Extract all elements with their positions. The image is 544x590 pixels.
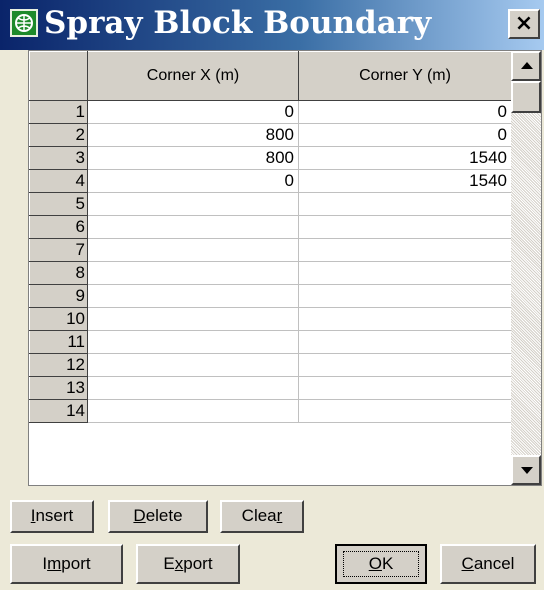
- close-icon: ×: [514, 11, 534, 36]
- row-number-header[interactable]: 8: [29, 261, 88, 285]
- corner-x-cell[interactable]: [87, 192, 299, 216]
- row-number-header[interactable]: 6: [29, 215, 88, 239]
- corner-table: Corner X (m) Corner Y (m) 1 0 0 2 800 0 3 800 15…: [29, 51, 512, 423]
- row-number-header[interactable]: 2: [29, 123, 88, 147]
- grid-body: 1 0 0 2 800 0 3 800 1540 4 0 1540 5 6 7 8 9 10 11 12 13 14: [29, 100, 512, 423]
- arrow-down-icon: [521, 467, 533, 474]
- insert-label-post: nsert: [35, 506, 74, 525]
- scroll-down-button[interactable]: [511, 455, 541, 485]
- corner-x-cell[interactable]: [87, 215, 299, 239]
- corner-y-cell[interactable]: [298, 353, 512, 377]
- cancel-accel-key: C: [461, 554, 474, 573]
- arrow-up-icon: [521, 62, 533, 69]
- clear-button[interactable]: Clear: [220, 500, 304, 533]
- column-header-corner-y[interactable]: Corner Y (m): [298, 51, 512, 101]
- corner-x-cell[interactable]: 800: [87, 146, 299, 170]
- corner-grid: Corner X (m) Corner Y (m) 1 0 0 2 800 0 3 800 15…: [28, 50, 542, 486]
- corner-x-cell[interactable]: [87, 353, 299, 377]
- corner-x-cell[interactable]: [87, 307, 299, 331]
- table-row: 10: [29, 307, 512, 331]
- grid-corner-header: [29, 51, 88, 101]
- table-row: 6: [29, 215, 512, 239]
- table-row: 4 0 1540: [29, 169, 512, 193]
- insert-button[interactable]: Insert: [10, 500, 94, 533]
- corner-x-cell[interactable]: [87, 399, 299, 423]
- corner-y-cell[interactable]: [298, 284, 512, 308]
- ok-button[interactable]: OK: [335, 544, 427, 584]
- row-number-header[interactable]: 13: [29, 376, 88, 400]
- close-button[interactable]: ×: [508, 9, 540, 39]
- row-number-header[interactable]: 14: [29, 399, 88, 423]
- import-button[interactable]: Import: [10, 544, 123, 584]
- table-row: 14: [29, 399, 512, 423]
- scroll-thumb[interactable]: [511, 81, 541, 113]
- clear-label-pre: Clea: [241, 506, 277, 525]
- corner-y-cell[interactable]: [298, 238, 512, 262]
- corner-y-cell[interactable]: [298, 330, 512, 354]
- cancel-button[interactable]: Cancel: [440, 544, 536, 584]
- row-number-header[interactable]: 11: [29, 330, 88, 354]
- table-row: 2 800 0: [29, 123, 512, 147]
- table-row: 7: [29, 238, 512, 262]
- corner-y-cell[interactable]: [298, 399, 512, 423]
- import-accel-key: m: [47, 554, 62, 573]
- scroll-up-button[interactable]: [511, 51, 541, 81]
- delete-accel-key: D: [133, 506, 146, 525]
- table-row: 8: [29, 261, 512, 285]
- corner-y-cell[interactable]: [298, 215, 512, 239]
- export-label-post: port: [183, 554, 213, 573]
- table-row: 3 800 1540: [29, 146, 512, 170]
- import-label-post: port: [61, 554, 91, 573]
- focus-rectangle: [343, 551, 419, 577]
- corner-y-cell[interactable]: [298, 307, 512, 331]
- table-row: 5: [29, 192, 512, 216]
- corner-x-cell[interactable]: [87, 376, 299, 400]
- column-header-corner-x[interactable]: Corner X (m): [87, 51, 299, 101]
- export-label-pre: E: [163, 554, 175, 573]
- vertical-scrollbar[interactable]: [511, 51, 541, 485]
- export-button[interactable]: Export: [136, 544, 240, 584]
- corner-y-cell[interactable]: 1540: [298, 169, 512, 193]
- corner-x-cell[interactable]: [87, 261, 299, 285]
- row-number-header[interactable]: 12: [29, 353, 88, 377]
- row-number-header[interactable]: 9: [29, 284, 88, 308]
- corner-x-cell[interactable]: [87, 330, 299, 354]
- window-title: Spray Block Boundary: [44, 5, 432, 41]
- corner-y-cell[interactable]: 0: [298, 100, 512, 124]
- clear-accel-key: r: [276, 506, 283, 525]
- row-number-header[interactable]: 10: [29, 307, 88, 331]
- globe-icon: [10, 9, 38, 37]
- table-row: 9: [29, 284, 512, 308]
- corner-x-cell[interactable]: [87, 238, 299, 262]
- row-number-header[interactable]: 3: [29, 146, 88, 170]
- spray-block-boundary-dialog: Spray Block Boundary × Corner X (m) Corn…: [0, 0, 544, 590]
- delete-label-post: elete: [145, 506, 183, 525]
- corner-x-cell[interactable]: 0: [87, 169, 299, 193]
- table-row: 12: [29, 353, 512, 377]
- table-row: 11: [29, 330, 512, 354]
- table-row: 100: [29, 100, 512, 124]
- row-number-header[interactable]: 5: [29, 192, 88, 216]
- title-bar[interactable]: Spray Block Boundary ×: [0, 0, 544, 50]
- corner-x-cell[interactable]: 800: [87, 123, 299, 147]
- corner-y-cell[interactable]: 1540: [298, 146, 512, 170]
- delete-button[interactable]: Delete: [108, 500, 208, 533]
- row-number-header[interactable]: 7: [29, 238, 88, 262]
- export-accel-key: x: [174, 554, 184, 573]
- corner-x-cell[interactable]: 0: [87, 100, 299, 124]
- corner-y-cell[interactable]: [298, 261, 512, 285]
- row-number-header[interactable]: 4: [29, 169, 88, 193]
- corner-y-cell[interactable]: [298, 192, 512, 216]
- row-number-header[interactable]: 1: [29, 100, 88, 124]
- table-row: 13: [29, 376, 512, 400]
- corner-y-cell[interactable]: 0: [298, 123, 512, 147]
- corner-y-cell[interactable]: [298, 376, 512, 400]
- corner-x-cell[interactable]: [87, 284, 299, 308]
- cancel-label-post: ancel: [473, 554, 515, 573]
